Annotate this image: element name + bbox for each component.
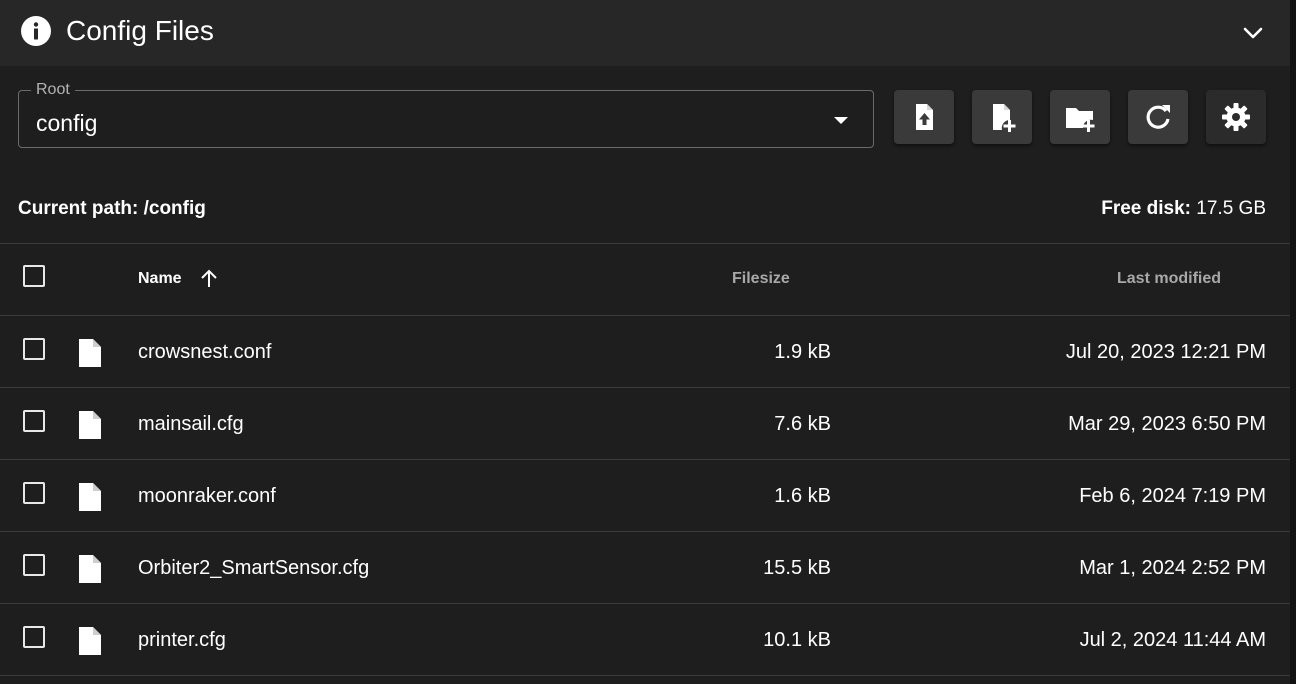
divider	[0, 243, 1290, 244]
root-select[interactable]: Root config	[18, 81, 874, 148]
file-icon	[79, 627, 101, 655]
table-row[interactable]: crowsnest.conf 1.9 kB Jul 20, 2023 12:21…	[0, 316, 1290, 388]
file-modified: Feb 6, 2024 7:19 PM	[1079, 485, 1266, 507]
free-disk-value: 17.5 GB	[1196, 198, 1266, 219]
free-disk: Free disk: 17.5 GB	[1101, 196, 1266, 222]
root-select-label: Root	[31, 81, 75, 99]
panel-header[interactable]: Config Files	[0, 0, 1290, 66]
dropdown-caret-icon	[834, 117, 848, 124]
collapse-button[interactable]	[1238, 18, 1268, 48]
file-icon	[79, 555, 101, 583]
config-files-panel: Config Files Root config Current path: /…	[0, 0, 1290, 684]
upload-file-icon	[916, 104, 933, 130]
file-modified: Jul 20, 2023 12:21 PM	[1065, 341, 1266, 363]
row-checkbox[interactable]	[23, 554, 45, 576]
info-icon	[21, 16, 51, 46]
upload-file-button[interactable]	[894, 90, 954, 144]
panel-title: Config Files	[66, 15, 214, 46]
table-row[interactable]: mainsail.cfg 7.6 kB Mar 29, 2023 6:50 PM	[0, 388, 1290, 460]
refresh-icon	[1146, 105, 1170, 129]
file-modified: Mar 29, 2023 6:50 PM	[1068, 413, 1266, 435]
path-bar: Current path: /config Free disk: 17.5 GB	[18, 196, 1266, 222]
file-name: crowsnest.conf	[138, 341, 272, 363]
select-all-checkbox[interactable]	[23, 265, 45, 287]
chevron-down-icon	[1243, 27, 1263, 39]
file-icon	[79, 411, 101, 439]
new-file-icon	[993, 104, 1016, 132]
file-size: 7.6 kB	[774, 413, 831, 435]
column-header-last-modified[interactable]: Last modified	[1117, 269, 1221, 289]
column-header-name[interactable]: Name	[138, 269, 182, 289]
table-row[interactable]: Orbiter2_SmartSensor.cfg 15.5 kB Mar 1, …	[0, 532, 1290, 604]
file-modified: Jul 2, 2024 11:44 AM	[1079, 629, 1266, 651]
row-checkbox[interactable]	[23, 482, 45, 504]
row-checkbox[interactable]	[23, 626, 45, 648]
file-name: moonraker.conf	[138, 485, 276, 507]
settings-button[interactable]	[1206, 90, 1266, 144]
gear-icon	[1222, 103, 1250, 131]
page-edge	[1290, 0, 1296, 684]
divider	[0, 675, 1290, 676]
file-name: Orbiter2_SmartSensor.cfg	[138, 557, 370, 579]
new-folder-icon	[1066, 108, 1095, 132]
table-row[interactable]: printer.cfg 10.1 kB Jul 2, 2024 11:44 AM	[0, 604, 1290, 676]
file-icon	[79, 339, 101, 367]
new-file-button[interactable]	[972, 90, 1032, 144]
file-icon	[79, 483, 101, 511]
file-size: 10.1 kB	[763, 629, 831, 651]
file-name: printer.cfg	[138, 629, 226, 651]
new-folder-button[interactable]	[1050, 90, 1110, 144]
row-checkbox[interactable]	[23, 410, 45, 432]
file-size: 1.9 kB	[774, 341, 831, 363]
root-select-value: config	[36, 110, 98, 136]
row-checkbox[interactable]	[23, 338, 45, 360]
arrow-up-icon[interactable]	[198, 267, 220, 291]
file-name: mainsail.cfg	[138, 413, 244, 435]
table-row[interactable]: moonraker.conf 1.6 kB Feb 6, 2024 7:19 P…	[0, 460, 1290, 532]
file-size: 1.6 kB	[774, 485, 831, 507]
free-disk-label: Free disk:	[1101, 198, 1191, 219]
file-modified: Mar 1, 2024 2:52 PM	[1079, 557, 1266, 579]
refresh-button[interactable]	[1128, 90, 1188, 144]
current-path: Current path: /config	[18, 198, 206, 219]
file-size: 15.5 kB	[763, 557, 831, 579]
column-header-filesize[interactable]: Filesize	[732, 269, 790, 289]
